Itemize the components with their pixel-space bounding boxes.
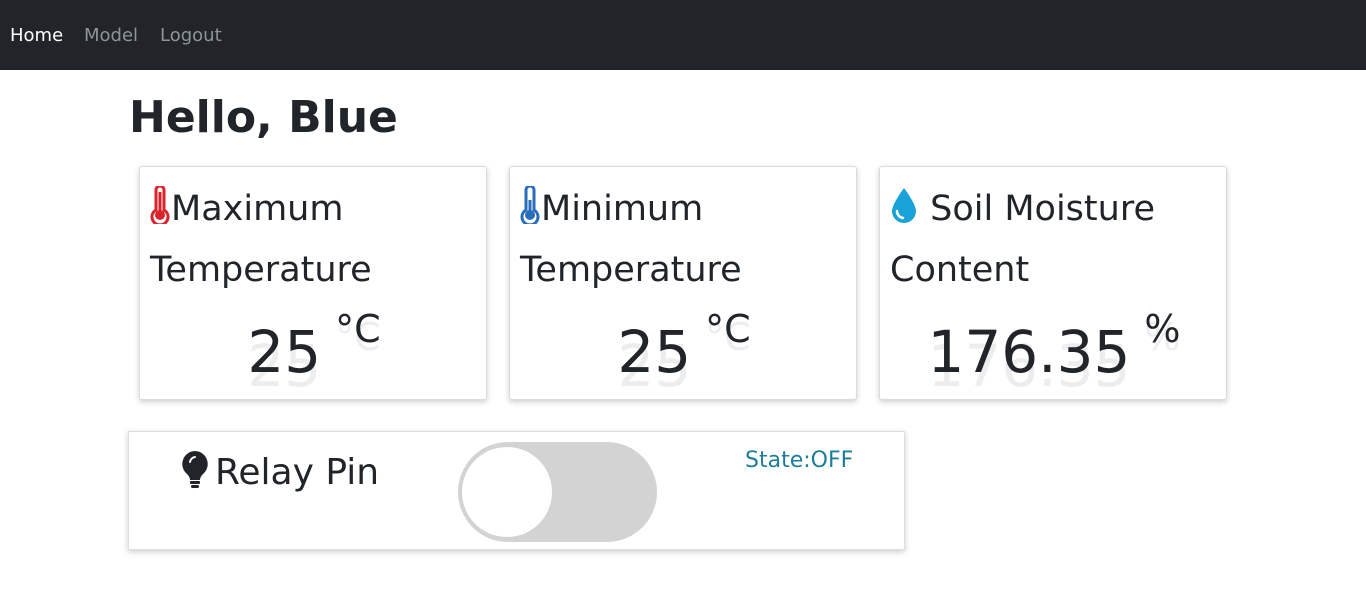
thermometer-cold-icon: [520, 184, 540, 242]
relay-state-text: State:OFF: [745, 448, 854, 473]
card-title: Minimum Temperature: [520, 181, 850, 299]
relay-toggle-switch[interactable]: [458, 442, 657, 542]
min-temperature-value: 25: [617, 318, 692, 386]
top-navbar: Home Model Logout: [0, 0, 1366, 70]
nav-model-link[interactable]: Model: [84, 24, 138, 48]
toggle-knob: [462, 447, 552, 537]
card-title: Soil Moisture Content: [890, 181, 1220, 299]
relay-pin-card: Relay Pin State:OFF: [128, 431, 905, 550]
nav-home-link[interactable]: Home: [10, 24, 63, 48]
relay-pin-label-text: Relay Pin: [215, 452, 380, 493]
thermometer-hot-icon: [150, 184, 170, 242]
temperature-unit: °C: [335, 307, 381, 351]
card-title: Maximum Temperature: [150, 181, 480, 299]
water-drop-icon: [890, 185, 918, 242]
card-title-text: Minimum Temperature: [520, 189, 742, 290]
reading: 25 °C: [140, 307, 488, 387]
percent-unit: %: [1144, 307, 1181, 351]
max-temperature-value: 25: [247, 318, 322, 386]
card-title-text: Maximum Temperature: [150, 189, 372, 290]
temperature-unit: °C: [705, 307, 751, 351]
nav-logout-link[interactable]: Logout: [160, 24, 222, 48]
max-temperature-card: Maximum Temperature 25 °C: [139, 166, 487, 400]
soil-moisture-value: 176.35: [927, 318, 1131, 386]
reading: 176.35%: [880, 307, 1228, 387]
lightbulb-icon: [181, 450, 209, 499]
page-title: Hello, Blue: [129, 92, 398, 143]
card-title-text: Soil Moisture Content: [890, 189, 1155, 290]
reading: 25 °C: [510, 307, 858, 387]
min-temperature-card: Minimum Temperature 25 °C: [509, 166, 857, 400]
relay-pin-label: Relay Pin: [181, 450, 379, 499]
soil-moisture-card: Soil Moisture Content 176.35%: [879, 166, 1227, 400]
